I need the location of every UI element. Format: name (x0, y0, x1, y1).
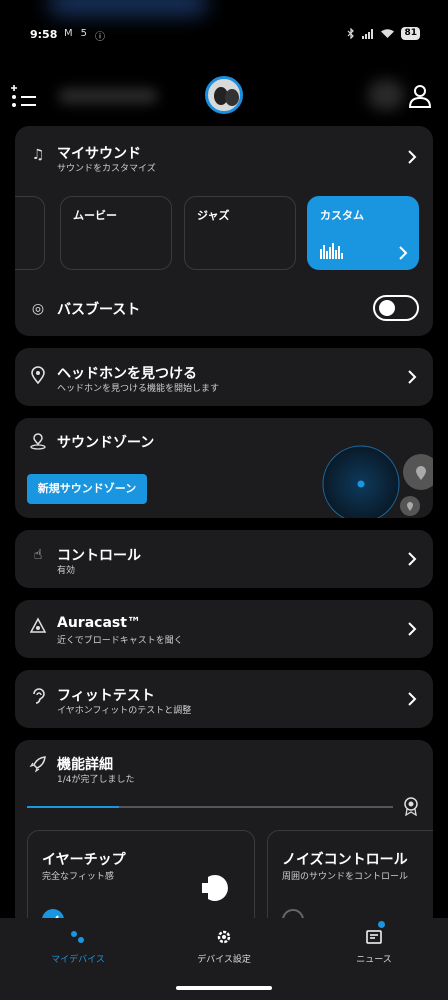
feature-card-title: イヤーチップ (42, 852, 126, 868)
user-icon[interactable] (408, 84, 432, 108)
controls-subtitle: 有効 (57, 566, 76, 576)
blurred-device-name (58, 88, 158, 104)
app-icon: 5 (80, 28, 88, 39)
ear-icon (33, 688, 45, 704)
bass-boost-label: バスブースト (57, 302, 141, 318)
feature-card-eartip[interactable]: イヤーチップ 完全なフィット感 (27, 830, 255, 930)
feature-card-title: ノイズコントロール (282, 852, 408, 868)
my-sound-subtitle: サウンドをカスタマイズ (57, 164, 156, 174)
sound-zone-map (322, 445, 433, 518)
rocket-icon (29, 756, 46, 773)
chevron-right-icon (408, 692, 417, 706)
chevron-right-icon (408, 370, 417, 384)
status-time: 9:58 (30, 28, 58, 41)
home-indicator[interactable] (176, 986, 272, 990)
status-icons-right: 81 (347, 27, 420, 40)
blurred-status (368, 80, 404, 110)
wifi-icon (381, 28, 395, 38)
auracast-card[interactable]: Auracast™ 近くでブロードキャストを聞く (15, 600, 433, 658)
preset-label: カスタム (320, 209, 364, 222)
chevron-right-icon (408, 622, 417, 636)
toggle-knob (379, 300, 395, 316)
fit-test-card[interactable]: フィットテスト イヤホンフィットのテストと調整 (15, 670, 433, 728)
preset-label: ジャズ (197, 209, 230, 222)
feature-card-subtitle: 完全なフィット感 (42, 872, 114, 882)
earbud-right-shape (225, 89, 239, 106)
my-sound-title: マイサウンド (57, 146, 141, 162)
location-pin-icon (31, 366, 45, 384)
preset-custom[interactable]: カスタム (307, 196, 419, 270)
feature-progress-bar (27, 806, 393, 808)
chevron-right-icon (408, 552, 417, 566)
status-icons-left: M 5 ⓘ (64, 28, 105, 43)
broadcast-icon (29, 617, 47, 633)
status-bar: 9:58 M 5 ⓘ 81 (0, 0, 448, 68)
auracast-title: Auracast™ (57, 615, 141, 631)
feature-details-title: 機能詳細 (57, 757, 113, 773)
news-notification-dot (378, 921, 385, 928)
my-sound-card: ♫ マイサウンド サウンドをカスタマイズ ムービー ジャズ カスタム ◎ バスブ… (15, 126, 433, 336)
find-headphones-card[interactable]: ヘッドホンを見つける ヘッドホンを見つける機能を開始します (15, 348, 433, 406)
nav-news[interactable]: ニュース (314, 928, 434, 965)
top-bar (0, 68, 448, 124)
menu-add-icon[interactable] (10, 84, 38, 110)
info-icon: ⓘ (95, 32, 106, 43)
bass-boost-toggle[interactable] (373, 295, 419, 321)
feature-card-noise-control[interactable]: ノイズコントロール 周囲のサウンドをコントロール (267, 830, 433, 930)
feature-card-subtitle: 周囲のサウンドをコントロール (282, 872, 409, 882)
blurred-notification (48, 0, 208, 16)
bass-icon: ◎ (31, 301, 45, 317)
find-headphones-title: ヘッドホンを見つける (57, 366, 197, 382)
preset-label: ムービー (73, 209, 117, 222)
device-icon (71, 931, 84, 943)
sound-zone-title: サウンドゾーン (57, 435, 155, 451)
feature-details-subtitle: 1/4が完了しました (57, 775, 135, 785)
nav-my-device[interactable]: マイデバイス (18, 928, 138, 965)
fit-test-subtitle: イヤホンフィットのテストと調整 (57, 706, 192, 716)
preset-row: ムービー ジャズ カスタム (15, 196, 433, 270)
new-sound-zone-button[interactable]: 新規サウンドゾーン (27, 474, 147, 504)
auracast-subtitle: 近くでブロードキャストを聞く (57, 636, 183, 646)
zone-pin-icon (30, 433, 46, 450)
controls-card[interactable]: ☝ コントロール 有効 (15, 530, 433, 588)
battery-level: 81 (401, 27, 420, 40)
preset-jazz[interactable]: ジャズ (184, 196, 296, 270)
gear-icon (217, 930, 231, 944)
eartip-icon (202, 875, 228, 901)
feature-progress-fill (27, 806, 119, 808)
bluetooth-icon (348, 28, 355, 39)
music-person-icon: ♫ (31, 147, 45, 163)
feature-details-card: 機能詳細 1/4が完了しました イヤーチップ 完全なフィット感 ノイズコントロー… (15, 740, 433, 930)
device-avatar[interactable] (205, 76, 243, 114)
chevron-right-icon[interactable] (407, 149, 417, 165)
award-badge-icon (404, 797, 418, 816)
fit-test-title: フィットテスト (57, 688, 155, 704)
sound-zone-card: サウンドゾーン 新規サウンドゾーン (15, 418, 433, 518)
nav-label: ニュース (356, 955, 392, 965)
controls-title: コントロール (57, 548, 141, 564)
equalizer-icon (320, 243, 343, 259)
signal-icon (362, 28, 374, 39)
news-icon (366, 930, 382, 944)
nav-label: デバイス設定 (197, 955, 251, 965)
nav-device-settings[interactable]: デバイス設定 (164, 928, 284, 965)
nav-label: マイデバイス (51, 955, 105, 965)
chevron-right-icon (399, 246, 408, 260)
preset-movie[interactable]: ムービー (60, 196, 172, 270)
preset-hidden[interactable] (15, 196, 45, 270)
find-headphones-subtitle: ヘッドホンを見つける機能を開始します (57, 384, 220, 394)
touch-hand-icon: ☝ (33, 547, 43, 563)
mail-icon: M (64, 28, 73, 39)
